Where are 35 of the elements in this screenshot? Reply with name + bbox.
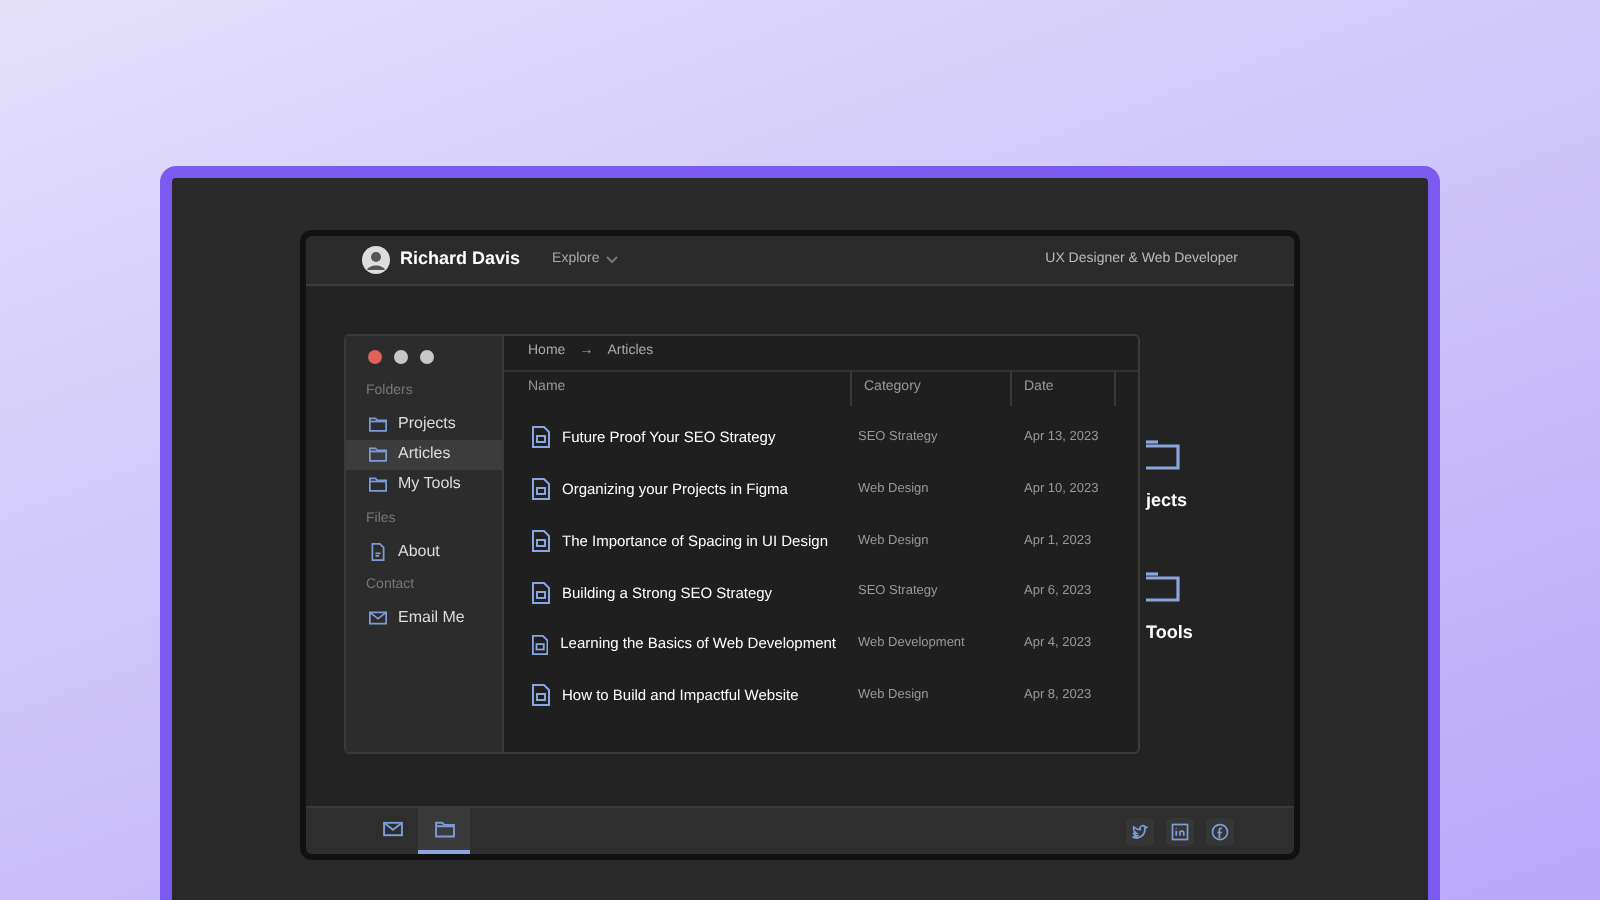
avatar [362, 246, 390, 274]
mail-icon [368, 608, 388, 628]
chevron-icon [605, 256, 618, 264]
document-icon [532, 633, 549, 656]
folder-icon [1146, 440, 1180, 470]
document-icon [532, 581, 550, 604]
bird-icon [1130, 821, 1150, 841]
folder-icon [368, 414, 388, 434]
folder-icon [368, 474, 388, 494]
desktop-icon-label: jects [1146, 488, 1188, 514]
folder-icon [1146, 572, 1180, 602]
sidebar-item[interactable]: About [346, 536, 502, 566]
sidebar-item[interactable]: My Tools [346, 469, 502, 499]
dock-button[interactable] [418, 808, 470, 854]
linkedin-icon [1170, 821, 1190, 841]
social-button[interactable] [1126, 817, 1154, 845]
document-icon [532, 426, 550, 449]
document-icon [532, 478, 550, 501]
folder-icon [368, 444, 388, 464]
sidebar-item[interactable]: Projects [346, 409, 502, 439]
document-icon [532, 529, 550, 552]
folder-icon [433, 818, 455, 840]
maximize-button[interactable] [420, 350, 434, 364]
social-button[interactable] [1206, 817, 1234, 845]
document-icon [368, 541, 388, 561]
social-button[interactable] [1166, 817, 1194, 845]
minimize-button[interactable] [394, 350, 408, 364]
close-button[interactable] [368, 350, 382, 364]
sidebar-item[interactable]: Email Me [346, 603, 502, 633]
mail-icon [381, 818, 403, 840]
facebook-icon [1210, 821, 1230, 841]
sidebar-item[interactable]: Articles [346, 439, 502, 469]
desktop-icon-label: Tools [1146, 620, 1193, 646]
document-icon [532, 684, 550, 707]
user-name: Richard Davis [400, 246, 521, 273]
